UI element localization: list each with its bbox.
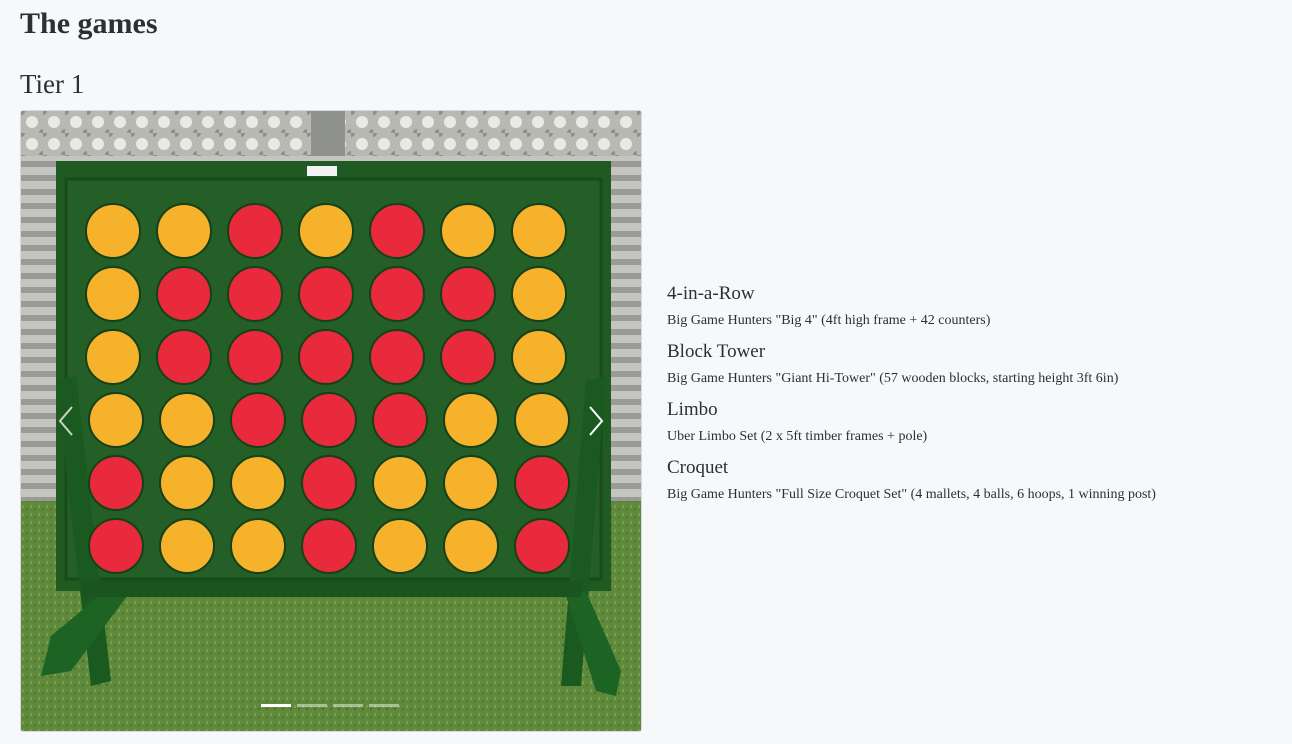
red-counter [156,329,212,385]
page-title: The games [20,7,158,40]
red-counter [440,329,496,385]
red-counter [298,329,354,385]
red-counter [514,518,570,574]
red-counter [156,266,212,322]
game-description: Big Game Hunters "Giant Hi-Tower" (57 wo… [667,371,1119,386]
yellow-counter [85,203,141,259]
red-counter [227,266,283,322]
carousel-indicators [261,701,401,711]
yellow-counter [443,392,499,448]
red-counter [298,266,354,322]
yellow-counter [159,518,215,574]
red-counter [88,455,144,511]
game-name: Croquet [667,457,729,478]
yellow-counter [440,203,496,259]
red-counter [230,392,286,448]
game-item: Block Tower Big Game Hunters "Giant Hi-To… [667,339,1267,389]
carousel-next-button[interactable] [571,391,621,451]
tier-heading: Tier 1 [20,69,85,99]
carousel-indicator[interactable] [297,704,327,707]
yellow-counter [443,455,499,511]
red-counter [227,203,283,259]
yellow-counter [159,455,215,511]
game-item: Limbo Uber Limbo Set (2 x 5ft timber fram… [667,397,1267,447]
board-logo [307,166,337,176]
carousel-image [21,111,641,731]
red-counter [514,455,570,511]
yellow-counter [156,203,212,259]
carousel-indicator[interactable] [333,704,363,707]
red-counter [369,266,425,322]
yellow-counter [511,203,567,259]
chevron-left-icon [56,405,76,437]
game-name: 4-in-a-Row [667,283,755,304]
yellow-counter [372,518,428,574]
red-counter [301,518,357,574]
red-counter [227,329,283,385]
carousel-indicator[interactable] [369,704,399,707]
yellow-counter [514,392,570,448]
game-name: Block Tower [667,341,766,362]
red-counter [372,392,428,448]
game-item: 4-in-a-Row Big Game Hunters "Big 4" (4ft … [667,281,1267,331]
game-description: Big Game Hunters "Full Size Croquet Set"… [667,487,1156,502]
yellow-counter [230,518,286,574]
yellow-counter [298,203,354,259]
red-counter [369,203,425,259]
carousel-prev-button[interactable] [41,391,91,451]
red-counter [88,518,144,574]
red-counter [301,455,357,511]
game-item: Croquet Big Game Hunters "Full Size Croqu… [667,455,1267,505]
yellow-counter [511,329,567,385]
yellow-counter [443,518,499,574]
yellow-counter [159,392,215,448]
yellow-counter [372,455,428,511]
game-name: Limbo [667,399,718,420]
yellow-counter [85,266,141,322]
yellow-counter [230,455,286,511]
carousel-indicator[interactable] [261,704,291,707]
red-counter [301,392,357,448]
yellow-counter [511,266,567,322]
game-description: Uber Limbo Set (2 x 5ft timber frames + … [667,429,928,444]
red-counter [369,329,425,385]
yellow-counter [88,392,144,448]
red-counter [440,266,496,322]
chevron-right-icon [586,405,606,437]
game-description: Big Game Hunters "Big 4" (4ft high frame… [667,313,991,328]
games-list: 4-in-a-Row Big Game Hunters "Big 4" (4ft … [667,281,1267,513]
yellow-counter [85,329,141,385]
games-carousel [20,110,642,732]
